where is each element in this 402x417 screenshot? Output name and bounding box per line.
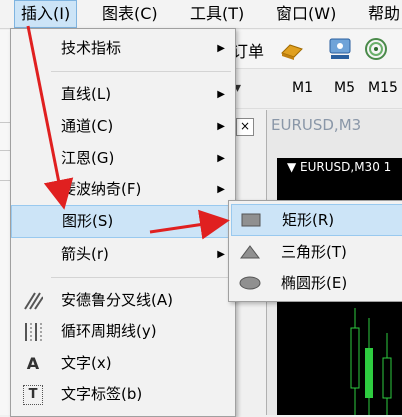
menu-item-cycle-lines[interactable]: 循环周期线(y) bbox=[11, 316, 235, 347]
submenu-arrow-icon: ▶ bbox=[217, 89, 225, 100]
menu-item-indicators[interactable]: 技术指标 ▶ bbox=[11, 33, 235, 64]
triangle-icon bbox=[239, 242, 261, 262]
submenu-item-triangle[interactable]: 三角形(T) bbox=[231, 237, 401, 267]
submenu-arrow-icon: ▶ bbox=[217, 121, 225, 132]
gold-bars-icon[interactable] bbox=[280, 37, 304, 61]
menu-item-text[interactable]: A 文字(x) bbox=[11, 348, 235, 379]
menu-item-gann[interactable]: 江恩(G) ▶ bbox=[11, 143, 235, 174]
submenu-item-ellipse[interactable]: 椭圆形(E) bbox=[231, 268, 401, 298]
menu-bar: 插入(I) 图表(C) 工具(T) 窗口(W) 帮助 bbox=[0, 0, 402, 29]
menu-item-arrows[interactable]: 箭头(r) ▶ bbox=[11, 239, 235, 270]
menu-item-fibonacci[interactable]: 斐波纳奇(F) ▶ bbox=[11, 174, 235, 205]
text-icon: A bbox=[26, 354, 40, 373]
chart-window-title: EURUSD,M3 bbox=[271, 116, 362, 134]
menu-tools[interactable]: 工具(T) bbox=[184, 0, 250, 28]
timeframe-m1[interactable]: M1 bbox=[292, 80, 313, 96]
andrews-pitchfork-icon bbox=[23, 291, 44, 311]
submenu-arrow-icon: ▶ bbox=[217, 43, 225, 54]
submenu-arrow-icon: ▶ bbox=[217, 184, 225, 195]
timeframe-m15[interactable]: M15 bbox=[368, 80, 398, 96]
signal-icon[interactable] bbox=[364, 37, 388, 61]
close-icon[interactable]: × bbox=[236, 118, 254, 136]
menu-item-shapes[interactable]: 图形(S) ▶ bbox=[11, 205, 235, 238]
timeframe-m5[interactable]: M5 bbox=[334, 80, 355, 96]
menu-charts[interactable]: 图表(C) bbox=[96, 0, 164, 28]
menu-window[interactable]: 窗口(W) bbox=[270, 0, 342, 28]
rectangle-icon bbox=[240, 210, 262, 230]
cycle-lines-icon bbox=[23, 322, 43, 342]
text-label-icon: T bbox=[23, 385, 43, 405]
order-button[interactable]: 订单 bbox=[232, 38, 264, 62]
user-network-icon[interactable] bbox=[328, 37, 352, 61]
submenu-arrow-icon: ▶ bbox=[217, 249, 225, 260]
ellipse-icon bbox=[239, 273, 261, 293]
submenu-arrow-icon: ▶ bbox=[216, 216, 224, 227]
menu-item-andrews-pitchfork[interactable]: 安德鲁分叉线(A) bbox=[11, 285, 235, 316]
menu-item-channels[interactable]: 通道(C) ▶ bbox=[11, 111, 235, 142]
shapes-submenu: 矩形(R) 三角形(T) 椭圆形(E) bbox=[228, 200, 402, 302]
menu-help[interactable]: 帮助 bbox=[362, 0, 402, 28]
menu-item-lines[interactable]: 直线(L) ▶ bbox=[11, 79, 235, 110]
submenu-item-rectangle[interactable]: 矩形(R) bbox=[231, 204, 402, 236]
insert-menu: 技术指标 ▶ 直线(L) ▶ 通道(C) ▶ 江恩(G) ▶ 斐波纳奇(F) ▶… bbox=[10, 28, 236, 417]
menu-insert[interactable]: 插入(I) bbox=[14, 0, 78, 28]
submenu-arrow-icon: ▶ bbox=[217, 153, 225, 164]
menu-item-text-label[interactable]: T 文字标签(b) bbox=[11, 379, 235, 410]
